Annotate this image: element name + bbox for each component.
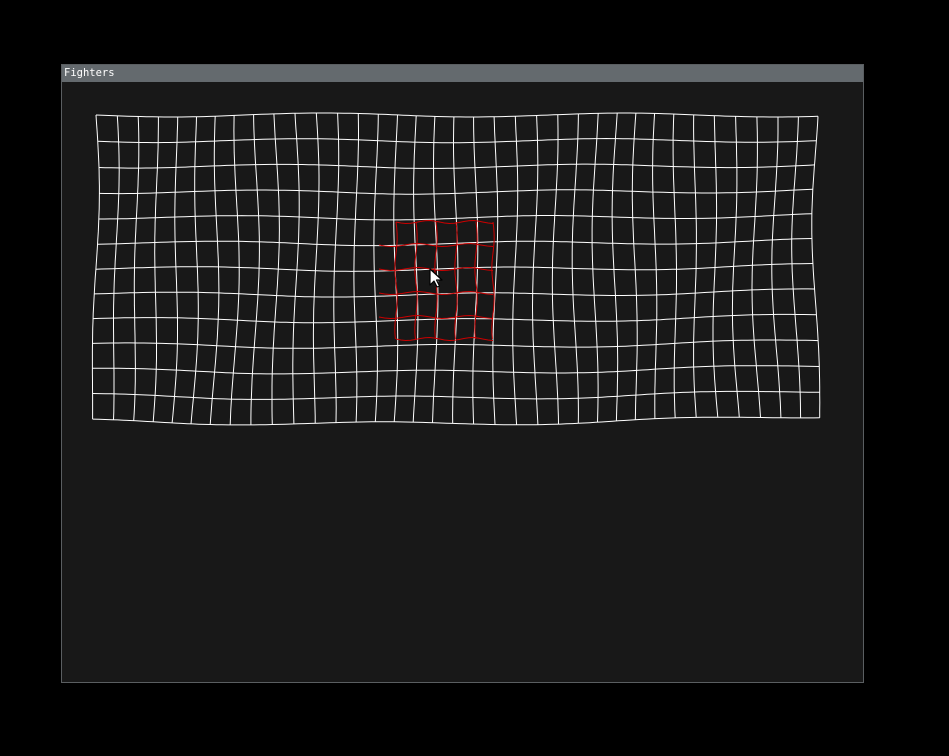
mesh-column-line [751,116,761,418]
desktop: Fighters [0,0,949,755]
mesh-row-line [95,112,819,118]
mesh-column-line [611,112,619,422]
mesh-column-line [771,117,782,418]
mesh-column-line [412,115,419,423]
mesh-column-line [152,116,159,422]
mesh-column-line [492,116,499,425]
mesh-column-line [631,113,638,420]
mesh-column-line [652,113,658,419]
mesh-row-line [98,213,812,221]
mesh-column-line [591,113,599,423]
window-content[interactable] [62,82,863,682]
mesh-column-line [811,116,821,418]
mesh-column-line [292,113,300,425]
mesh-column-line [133,116,140,421]
mesh-column-line [171,116,179,423]
mesh-column-line [512,116,519,425]
mesh-column-line [209,116,220,425]
mesh-row-line [97,137,817,144]
mesh-column-line [312,112,320,424]
mesh-highlight-row [395,219,494,225]
mesh-column-line [791,116,802,418]
mesh-row-line [92,365,820,375]
mesh-column-line [712,115,719,418]
mesh-row-line [98,163,815,169]
mesh-column-line [250,114,260,425]
mesh-column-line [531,115,539,425]
mesh-column-line [333,113,340,423]
mesh-column-line [91,114,100,420]
mesh-column-line [190,116,199,424]
mesh-row-line [92,416,820,426]
mesh-row-line [99,188,813,195]
mesh-column-line [731,116,740,418]
mesh-canvas[interactable] [1,1,949,756]
mesh-row-line [92,390,820,400]
mesh-column-line [672,114,677,418]
fighters-window[interactable]: Fighters [61,64,864,683]
mesh-column-line [353,113,359,423]
mesh-highlight-row [395,336,494,342]
mesh-highlight-column [394,221,398,340]
mesh-column-line [373,114,379,422]
mesh-column-line [551,114,559,425]
mesh-row-line [97,238,812,247]
pointer-cursor-icon [429,268,443,288]
mesh-column-line [113,115,120,420]
mesh-column-line [693,114,697,418]
mesh-column-line [229,115,240,425]
